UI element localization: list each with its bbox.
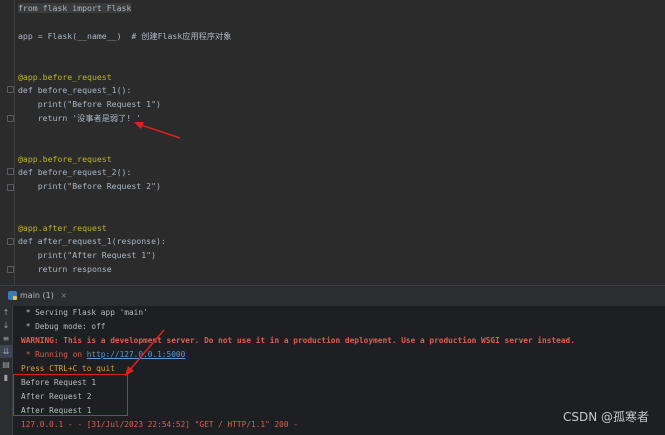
watermark: CSDN @孤寒者 <box>562 410 649 424</box>
annotation-arrow-icon <box>125 329 165 376</box>
